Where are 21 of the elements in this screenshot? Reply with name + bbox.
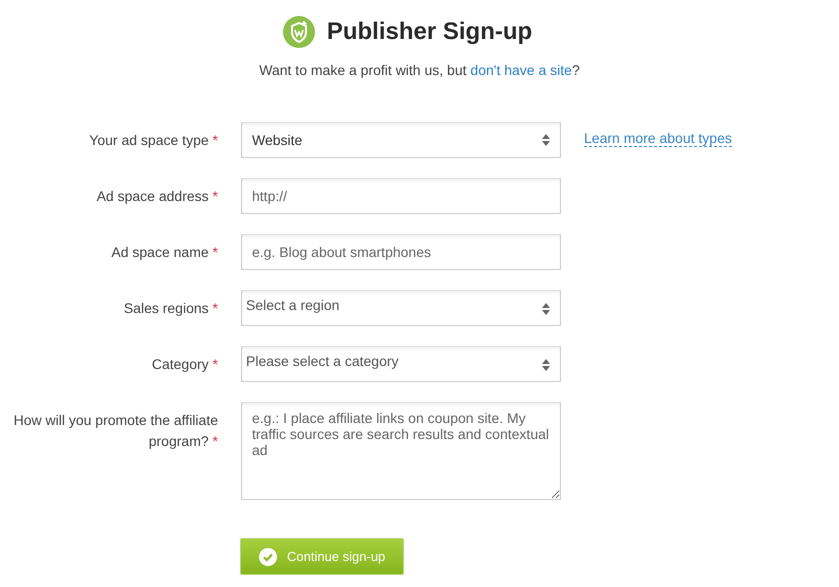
up-down-arrows-icon bbox=[542, 303, 550, 315]
subtitle-text: Want to make a profit with us, but don't have a site? bbox=[259, 62, 580, 78]
field-label: How will you promote the affiliate program? * bbox=[12, 411, 218, 451]
select-field[interactable]: Please select a category bbox=[241, 346, 561, 382]
field-label: Ad space name * bbox=[110, 243, 218, 262]
input-field[interactable]: http:// bbox=[241, 178, 561, 214]
text-area[interactable]: e.g.: I place affiliate links on coupon site. My traffic sources are search results and contextual ad bbox=[241, 402, 561, 500]
no-site-link[interactable]: don't have a site bbox=[470, 62, 572, 78]
field-label: Your ad space type * bbox=[88, 131, 218, 150]
learn-more-link[interactable]: Learn more about types bbox=[584, 130, 732, 147]
select-field[interactable]: Website bbox=[241, 122, 561, 158]
page-title: Publisher Sign-up bbox=[326, 18, 532, 46]
field-label: Sales regions * bbox=[122, 299, 218, 318]
input-field[interactable]: e.g. Blog about smartphones bbox=[241, 234, 561, 270]
up-down-arrows-icon bbox=[542, 359, 550, 371]
field-label: Ad space address * bbox=[96, 187, 218, 206]
shield-logo-icon bbox=[282, 16, 315, 48]
field-label: Category * bbox=[150, 355, 218, 374]
select-field[interactable]: Select a region bbox=[241, 290, 561, 326]
check-circle-icon bbox=[259, 548, 277, 566]
up-down-arrows-icon bbox=[542, 134, 550, 146]
